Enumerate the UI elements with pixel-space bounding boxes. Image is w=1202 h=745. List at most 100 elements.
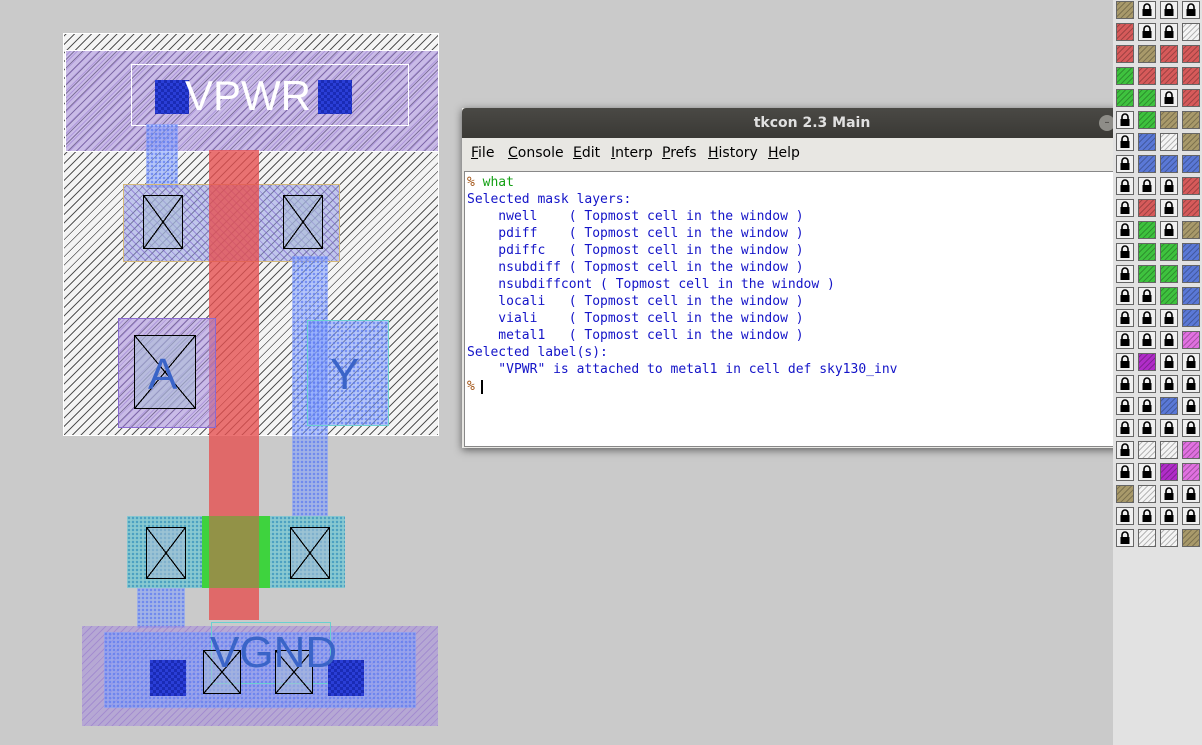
lock-icon[interactable] <box>1138 1 1156 19</box>
layer-swatch[interactable] <box>1116 23 1134 41</box>
layer-swatch[interactable] <box>1116 485 1134 503</box>
layer-swatch[interactable] <box>1182 463 1200 481</box>
layer-swatch[interactable] <box>1138 353 1156 371</box>
layer-swatch[interactable] <box>1182 155 1200 173</box>
lock-icon[interactable] <box>1182 507 1200 525</box>
layer-swatch[interactable] <box>1182 177 1200 195</box>
menu-help[interactable]: Help <box>768 145 800 161</box>
menu-console[interactable]: Console <box>508 145 564 161</box>
layer-swatch[interactable] <box>1182 309 1200 327</box>
layer-swatch[interactable] <box>1160 133 1178 151</box>
layer-swatch[interactable] <box>1138 265 1156 283</box>
lock-icon[interactable] <box>1160 221 1178 239</box>
lock-icon[interactable] <box>1116 177 1134 195</box>
lock-icon[interactable] <box>1138 287 1156 305</box>
menu-edit[interactable]: Edit <box>573 145 600 161</box>
lock-icon[interactable] <box>1160 177 1178 195</box>
layer-swatch[interactable] <box>1160 155 1178 173</box>
layer-swatch[interactable] <box>1182 111 1200 129</box>
lock-icon[interactable] <box>1138 419 1156 437</box>
layer-swatch[interactable] <box>1160 463 1178 481</box>
layer-swatch[interactable] <box>1138 45 1156 63</box>
lock-icon[interactable] <box>1138 397 1156 415</box>
layer-swatch[interactable] <box>1182 23 1200 41</box>
lock-icon[interactable] <box>1138 507 1156 525</box>
layer-swatch[interactable] <box>1160 243 1178 261</box>
layer-swatch[interactable] <box>1160 529 1178 547</box>
lock-icon[interactable] <box>1182 1 1200 19</box>
layer-swatch[interactable] <box>1160 45 1178 63</box>
layer-swatch[interactable] <box>1116 1 1134 19</box>
layer-swatch[interactable] <box>1160 67 1178 85</box>
lock-icon[interactable] <box>1116 111 1134 129</box>
layer-swatch[interactable] <box>1182 331 1200 349</box>
lock-icon[interactable] <box>1160 331 1178 349</box>
layer-swatch[interactable] <box>1160 441 1178 459</box>
lock-icon[interactable] <box>1116 441 1134 459</box>
layer-swatch[interactable] <box>1160 287 1178 305</box>
lock-icon[interactable] <box>1160 1 1178 19</box>
layer-swatch[interactable] <box>1160 397 1178 415</box>
layer-swatch[interactable] <box>1138 441 1156 459</box>
tkcon-window[interactable]: tkcon 2.3 Main – □ × File Console Edit I… <box>462 108 1162 448</box>
lock-icon[interactable] <box>1116 375 1134 393</box>
console-output[interactable]: % what Selected mask layers: nwell ( Top… <box>464 171 1150 447</box>
layer-swatch[interactable] <box>1182 221 1200 239</box>
lock-icon[interactable] <box>1160 89 1178 107</box>
lock-icon[interactable] <box>1160 419 1178 437</box>
layer-swatch[interactable] <box>1116 89 1134 107</box>
lock-icon[interactable] <box>1138 463 1156 481</box>
window-title[interactable]: tkcon 2.3 Main <box>462 108 1162 138</box>
lock-icon[interactable] <box>1182 485 1200 503</box>
lock-icon[interactable] <box>1160 199 1178 217</box>
layer-swatch[interactable] <box>1138 529 1156 547</box>
layer-swatch[interactable] <box>1138 133 1156 151</box>
lock-icon[interactable] <box>1160 309 1178 327</box>
layer-swatch[interactable] <box>1116 67 1134 85</box>
lock-icon[interactable] <box>1116 353 1134 371</box>
layer-swatch[interactable] <box>1138 155 1156 173</box>
lock-icon[interactable] <box>1138 177 1156 195</box>
layer-swatch[interactable] <box>1160 265 1178 283</box>
lock-icon[interactable] <box>1116 155 1134 173</box>
lock-icon[interactable] <box>1116 331 1134 349</box>
menu-file[interactable]: File <box>471 145 494 161</box>
lock-icon[interactable] <box>1116 529 1134 547</box>
layer-swatch[interactable] <box>1138 89 1156 107</box>
layer-swatch[interactable] <box>1160 111 1178 129</box>
lock-icon[interactable] <box>1116 463 1134 481</box>
lock-icon[interactable] <box>1138 23 1156 41</box>
lock-icon[interactable] <box>1160 23 1178 41</box>
lock-icon[interactable] <box>1116 309 1134 327</box>
layer-swatch[interactable] <box>1182 243 1200 261</box>
lock-icon[interactable] <box>1182 375 1200 393</box>
lock-icon[interactable] <box>1116 133 1134 151</box>
lock-icon[interactable] <box>1160 485 1178 503</box>
layer-swatch[interactable] <box>1182 529 1200 547</box>
lock-icon[interactable] <box>1116 507 1134 525</box>
lock-icon[interactable] <box>1116 265 1134 283</box>
lock-icon[interactable] <box>1116 397 1134 415</box>
layer-swatch[interactable] <box>1116 45 1134 63</box>
lock-icon[interactable] <box>1138 331 1156 349</box>
menu-interp[interactable]: Interp <box>611 145 653 161</box>
layer-swatch[interactable] <box>1182 45 1200 63</box>
lock-icon[interactable] <box>1182 353 1200 371</box>
layer-swatch[interactable] <box>1138 199 1156 217</box>
lock-icon[interactable] <box>1116 419 1134 437</box>
layer-swatch[interactable] <box>1182 133 1200 151</box>
layer-swatch[interactable] <box>1138 221 1156 239</box>
layer-swatch[interactable] <box>1138 67 1156 85</box>
lock-icon[interactable] <box>1116 221 1134 239</box>
layer-swatch[interactable] <box>1182 89 1200 107</box>
layer-swatch[interactable] <box>1182 441 1200 459</box>
menu-history[interactable]: History <box>708 145 758 161</box>
layer-swatch[interactable] <box>1182 265 1200 283</box>
lock-icon[interactable] <box>1160 507 1178 525</box>
layer-swatch[interactable] <box>1182 199 1200 217</box>
layer-swatch[interactable] <box>1182 67 1200 85</box>
lock-icon[interactable] <box>1160 375 1178 393</box>
layer-swatch[interactable] <box>1138 111 1156 129</box>
layer-swatch[interactable] <box>1138 485 1156 503</box>
lock-icon[interactable] <box>1116 243 1134 261</box>
